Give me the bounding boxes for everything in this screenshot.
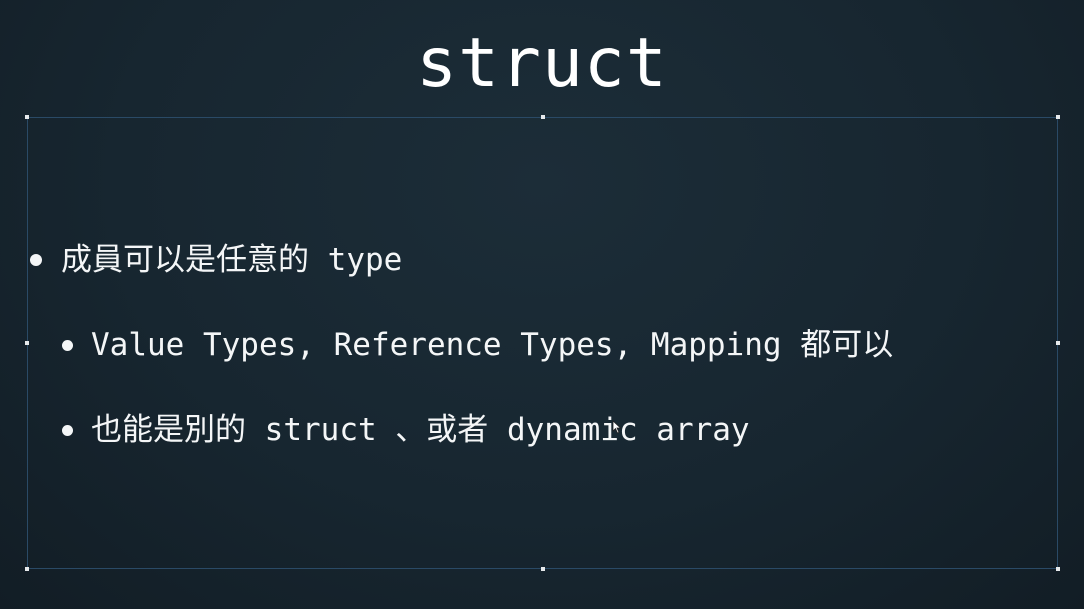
- handle-bottom-left-icon[interactable]: [25, 567, 29, 571]
- handle-middle-left-icon[interactable]: [25, 341, 29, 345]
- handle-bottom-right-icon[interactable]: [1056, 567, 1060, 571]
- bullet-item-2[interactable]: Value Types, Reference Types, Mapping 都可…: [62, 325, 893, 365]
- bullet-text: Value Types, Reference Types, Mapping 都可…: [91, 327, 894, 363]
- bullet-text: 也能是別的 struct 、或者 dynamic array: [91, 412, 750, 448]
- handle-top-middle-icon[interactable]: [541, 115, 545, 119]
- handle-middle-right-icon[interactable]: [1056, 341, 1060, 345]
- bullet-dot-icon: [62, 339, 73, 351]
- handle-top-right-icon[interactable]: [1056, 115, 1060, 119]
- bullet-item-1[interactable]: 成員可以是任意的 type: [30, 240, 402, 280]
- bullet-item-3[interactable]: 也能是別的 struct 、或者 dynamic array: [62, 410, 750, 450]
- handle-bottom-middle-icon[interactable]: [541, 567, 545, 571]
- bullet-dot-icon: [62, 424, 73, 436]
- mouse-cursor-icon: [612, 420, 622, 434]
- handle-top-left-icon[interactable]: [25, 115, 29, 119]
- bullet-dot-icon: [30, 254, 42, 266]
- bullet-text: 成員可以是任意的 type: [61, 242, 403, 278]
- slide-title: struct: [416, 24, 668, 103]
